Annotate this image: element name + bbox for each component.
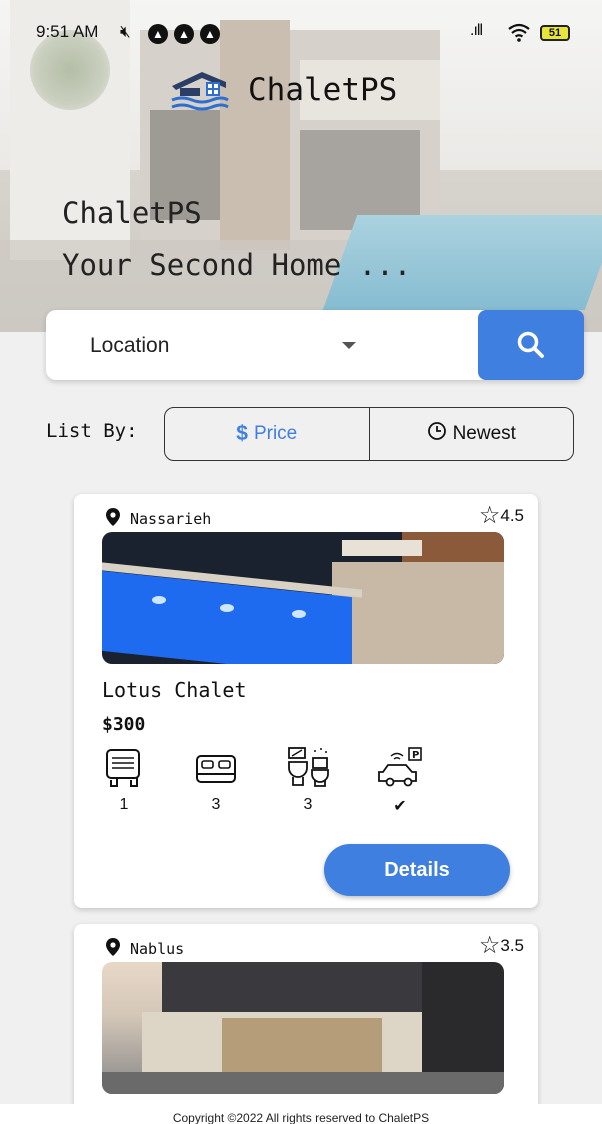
battery-icon: 51 (540, 25, 570, 41)
pool-icon (101, 746, 147, 790)
sort-newest-label: Newest (452, 423, 516, 444)
amenity-pools-count: 1 (119, 796, 129, 813)
sort-price-button[interactable]: $ Price (165, 408, 370, 460)
details-button[interactable]: Details (324, 844, 510, 896)
status-time: 9:51 AM (36, 22, 99, 41)
notification-icon: ▲ (200, 24, 220, 44)
star-icon: ☆ (478, 502, 501, 529)
amenity-bedrooms: 3 (190, 746, 242, 816)
listing-rating: ☆ 3.5 (478, 932, 524, 959)
listing-card[interactable]: Nablus ☆ 3.5 (74, 924, 538, 1124)
search-button[interactable] (478, 310, 584, 380)
search-bar: Location (46, 310, 584, 380)
amenity-bedrooms-count: 3 (211, 796, 221, 813)
wifi-icon (507, 22, 531, 47)
listing-location: Nassarieh (106, 508, 211, 530)
footer-copyright: Copyright ©2022 All rights reserved to C… (0, 1104, 602, 1124)
car-parking-icon: P (377, 746, 423, 790)
notification-icon: ▲ (174, 24, 194, 44)
hero-overlay (0, 0, 602, 332)
location-dropdown[interactable]: Location (90, 334, 169, 358)
chevron-down-icon[interactable] (342, 342, 356, 349)
hero-subtitle: Your Second Home ... (62, 248, 412, 282)
star-icon: ☆ (478, 932, 501, 959)
listing-photo[interactable] (102, 962, 504, 1094)
bathroom-icon (285, 746, 331, 790)
listing-card[interactable]: Nassarieh ☆ 4.5 Lotus Chalet $300 1 3 3 (74, 494, 538, 908)
signal-icon: .ıll (470, 22, 483, 39)
sort-price-label: Price (253, 423, 298, 444)
listing-location: Nablus (106, 938, 184, 960)
amenity-parking: P ✔ (374, 746, 426, 816)
location-pin-icon (106, 508, 120, 530)
dollar-icon: $ (236, 422, 248, 445)
amenity-bathrooms: 3 (282, 746, 334, 816)
amenity-parking-value: ✔ (393, 798, 407, 815)
listing-price: $300 (102, 714, 146, 735)
notification-icon: ▲ (148, 24, 168, 44)
chalet-logo-icon (168, 68, 230, 112)
listing-location-text: Nablus (130, 940, 185, 958)
search-icon (517, 331, 544, 358)
hero-tagline: ChaletPS Your Second Home ... (62, 196, 411, 282)
hero-banner (0, 0, 602, 332)
listing-rating: ☆ 4.5 (478, 502, 524, 529)
hero-title: ChaletPS (62, 196, 202, 230)
sort-newest-button[interactable]: Newest (370, 408, 574, 460)
amenity-bathrooms-count: 3 (303, 796, 313, 813)
listing-name: Lotus Chalet (102, 678, 247, 702)
location-pin-icon (106, 938, 120, 960)
list-by-label: List By: (46, 420, 138, 442)
listing-rating-value: 3.5 (500, 936, 524, 955)
mute-icon: 🔇︎ (120, 22, 131, 41)
svg-text:P: P (412, 750, 419, 761)
clock-icon (427, 421, 447, 447)
bed-icon (193, 746, 239, 790)
app-title: ChaletPS (248, 72, 398, 108)
amenity-pools: 1 (98, 746, 150, 816)
status-bar: 9:51 AM 🔇︎ ▲ ▲ ▲ .ıll 51 (0, 22, 602, 46)
listing-location-text: Nassarieh (130, 510, 212, 528)
listing-photo[interactable] (102, 532, 504, 664)
sort-toggle: $ Price Newest (164, 407, 574, 461)
app-header: ChaletPS (168, 68, 397, 112)
listing-rating-value: 4.5 (500, 506, 524, 525)
